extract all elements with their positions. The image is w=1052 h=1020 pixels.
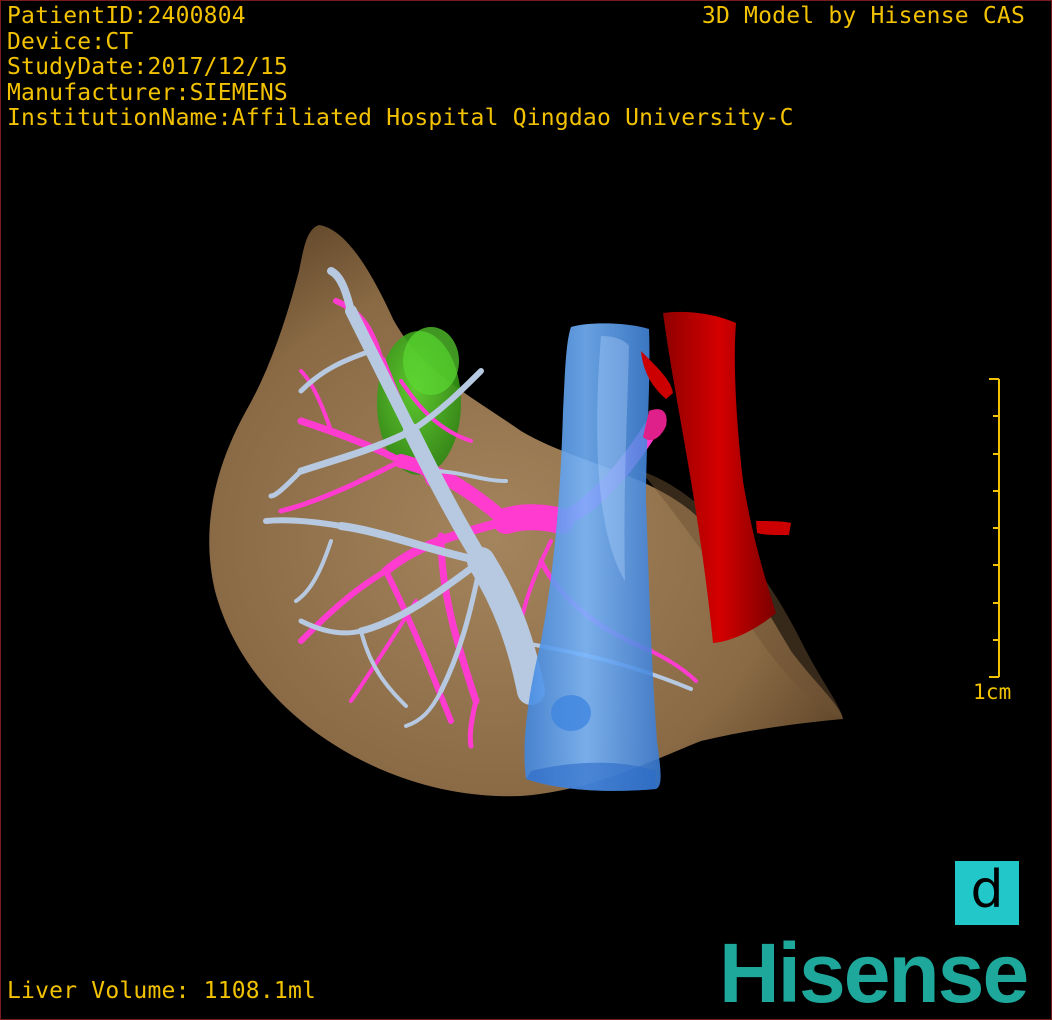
liver-volume: Liver Volume: 1108.1ml [7, 978, 317, 1004]
study-date: StudyDate:2017/12/15 [7, 54, 288, 80]
manufacturer: Manufacturer:SIEMENS [7, 79, 288, 106]
3d-viewport[interactable]: PatientID:2400804 Device:CT StudyDate:2017… [0, 0, 1052, 1020]
scale-label: 1cm [973, 680, 1012, 704]
dicom-info-block: PatientID:2400804 Device:CT StudyDate:2017… [7, 3, 794, 132]
liver-3d-model[interactable] [1, 1, 1051, 1019]
badge-letter: d [970, 860, 1004, 920]
model-credit: 3D Model by Hisense CAS [701, 3, 1025, 29]
device: Device:CT [7, 28, 134, 55]
patient-id: PatientID:2400804 [7, 3, 246, 29]
hisense-logo: Hisense [719, 926, 1029, 1020]
institution-name: InstitutionName:Affiliated Hospital Qing… [7, 105, 794, 131]
letter-d-badge-icon[interactable]: d [955, 861, 1019, 925]
scale-bar [989, 378, 1000, 678]
